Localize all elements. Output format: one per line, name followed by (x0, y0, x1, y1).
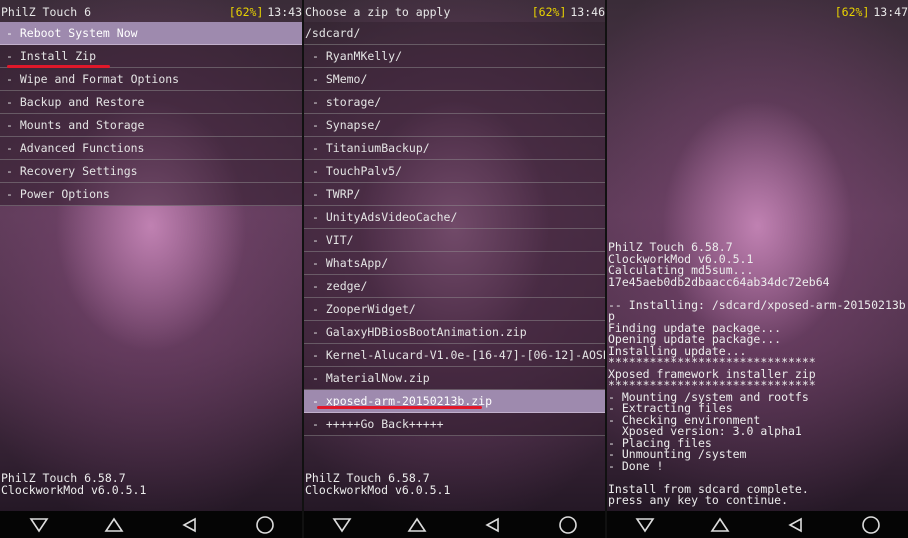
choose-zip-screen: Choose a zip to apply [62%] 13:46 /sdcard… (304, 0, 605, 538)
circle-icon[interactable] (851, 511, 891, 538)
navigation-bar (304, 511, 605, 538)
version-line: ClockworkMod v6.0.5.1 (305, 483, 451, 497)
navigation-bar (607, 511, 908, 538)
clock: 13:46 (570, 5, 605, 19)
version-line: ClockworkMod v6.0.5.1 (1, 483, 147, 497)
menu-item-reboot-system-now[interactable]: - Reboot System Now (0, 22, 302, 45)
recovery-main-menu-screen: PhilZ Touch 6 [62%] 13:43 - Reboot System… (0, 0, 302, 538)
file-item[interactable]: - TitaniumBackup/ (304, 137, 605, 160)
file-item[interactable]: - storage/ (304, 91, 605, 114)
install-log: PhilZ Touch 6.58.7 ClockworkMod v6.0.5.1 C… (608, 241, 908, 507)
file-item[interactable]: - SMemo/ (304, 68, 605, 91)
file-item[interactable]: - VIT/ (304, 229, 605, 252)
recents-icon[interactable] (170, 511, 210, 538)
recents-icon[interactable] (473, 511, 513, 538)
version-info: PhilZ Touch 6.58.7 ClockworkMod v6.0.5.1 (1, 472, 146, 496)
recovery-title: PhilZ Touch 6 (1, 5, 92, 19)
file-item[interactable]: - TouchPalv5/ (304, 160, 605, 183)
log-line: press any key to continue. (608, 493, 789, 507)
menu-item-mounts-and-storage[interactable]: - Mounts and Storage (0, 114, 302, 137)
file-item-selected[interactable]: - xposed-arm-20150213b.zip (304, 390, 605, 413)
home-icon[interactable] (397, 511, 437, 538)
menu-item-wipe-and-format[interactable]: - Wipe and Format Options (0, 68, 302, 91)
home-icon[interactable] (700, 511, 740, 538)
status-bar: Choose a zip to apply [62%] 13:46 (304, 0, 605, 22)
clock: 13:43 (267, 5, 302, 19)
back-icon[interactable] (625, 511, 665, 538)
menu-item-recovery-settings[interactable]: - Recovery Settings (0, 160, 302, 183)
screen-title: Choose a zip to apply (305, 5, 451, 19)
current-path: /sdcard/ (304, 22, 605, 45)
main-menu: - Reboot System Now - Install Zip - Wipe… (0, 22, 302, 206)
file-list: /sdcard/ - RyanMKelly/ - SMemo/ - storag… (304, 22, 605, 436)
circle-icon[interactable] (548, 511, 588, 538)
file-item[interactable]: - ZooperWidget/ (304, 298, 605, 321)
file-item[interactable]: - UnityAdsVideoCache/ (304, 206, 605, 229)
highlight-underline (317, 406, 482, 409)
install-log-screen: [62%] 13:47 PhilZ Touch 6.58.7 ClockworkMo… (607, 0, 908, 538)
back-icon[interactable] (322, 511, 362, 538)
battery-level: [62%] (531, 5, 567, 19)
file-item[interactable]: - Synapse/ (304, 114, 605, 137)
menu-item-power-options[interactable]: - Power Options (0, 183, 302, 206)
clock: 13:47 (873, 5, 908, 19)
battery-level: [62%] (228, 5, 264, 19)
file-item[interactable]: - Kernel-Alucard-V1.0e-[16-47]-[06-12]-A… (304, 344, 605, 367)
navigation-bar (0, 511, 302, 538)
status-bar: [62%] 13:47 (607, 0, 908, 22)
recents-icon[interactable] (776, 511, 816, 538)
log-line: - Done ! (608, 458, 664, 473)
back-icon[interactable] (19, 511, 59, 538)
file-item[interactable]: - WhatsApp/ (304, 252, 605, 275)
version-info: PhilZ Touch 6.58.7 ClockworkMod v6.0.5.1 (305, 472, 450, 496)
log-line: 17e45aeb0db2dbaacc64ab34dc72eb64 (608, 274, 830, 289)
log-line: -- Installing: /sdcard/xposed-arm-201502… (608, 297, 908, 312)
status-bar: PhilZ Touch 6 [62%] 13:43 (0, 0, 302, 22)
file-item[interactable]: - zedge/ (304, 275, 605, 298)
file-item[interactable]: - RyanMKelly/ (304, 45, 605, 68)
battery-level: [62%] (834, 5, 870, 19)
file-item[interactable]: - MaterialNow.zip (304, 367, 605, 390)
screenshot-collage: PhilZ Touch 6 [62%] 13:43 - Reboot System… (0, 0, 908, 538)
highlight-underline (7, 65, 110, 68)
file-item[interactable]: - TWRP/ (304, 183, 605, 206)
circle-icon[interactable] (245, 511, 285, 538)
go-back-item[interactable]: - +++++Go Back+++++ (304, 413, 605, 436)
menu-item-backup-and-restore[interactable]: - Backup and Restore (0, 91, 302, 114)
home-icon[interactable] (94, 511, 134, 538)
file-item[interactable]: - GalaxyHDBiosBootAnimation.zip (304, 321, 605, 344)
menu-item-advanced-functions[interactable]: - Advanced Functions (0, 137, 302, 160)
